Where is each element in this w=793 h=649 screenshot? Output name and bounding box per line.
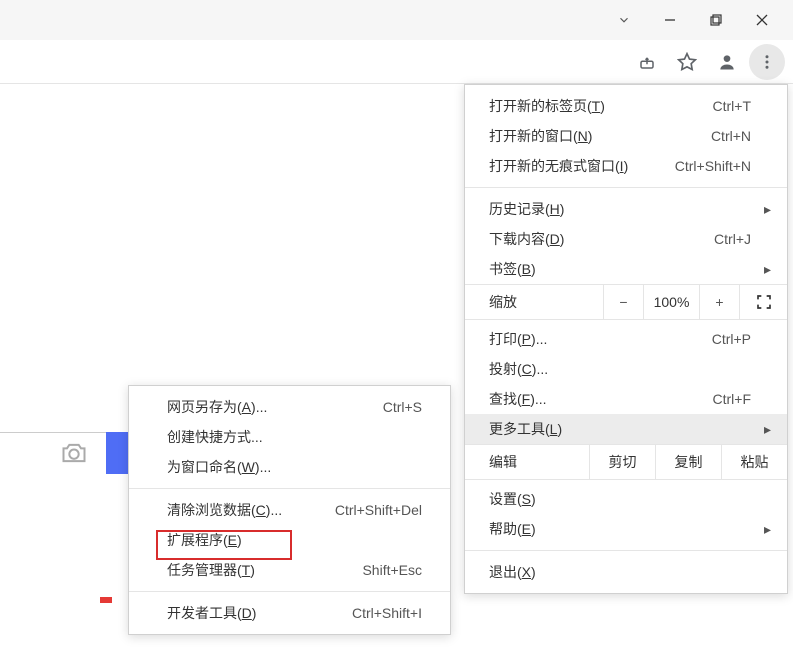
fullscreen-icon[interactable] <box>739 285 787 319</box>
kebab-menu-icon[interactable] <box>749 44 785 80</box>
menu-label: 为窗口命名(W)... <box>167 457 422 477</box>
menu-label: 打开新的标签页(T) <box>489 96 713 116</box>
cut-button[interactable]: 剪切 <box>589 445 655 479</box>
tab-dropdown-button[interactable] <box>601 0 647 40</box>
menu-label: 清除浏览数据(C)... <box>167 500 335 520</box>
menu-new-window[interactable]: 打开新的窗口(N) Ctrl+N <box>465 121 787 151</box>
menu-shortcut: Ctrl+Shift+N <box>675 158 759 174</box>
menu-find[interactable]: 查找(F)... Ctrl+F <box>465 384 787 414</box>
selection-highlight <box>106 432 128 474</box>
menu-shortcut: Ctrl+N <box>711 128 759 144</box>
submenu-name-window[interactable]: 为窗口命名(W)... <box>129 452 450 482</box>
menu-label: 打开新的无痕式窗口(I) <box>489 156 675 176</box>
menu-cast[interactable]: 投射(C)... <box>465 354 787 384</box>
menu-label: 打开新的窗口(N) <box>489 126 711 146</box>
menu-label: 历史记录(H) <box>489 199 751 219</box>
menu-settings[interactable]: 设置(S) <box>465 484 787 514</box>
submenu-arrow-icon: ▸ <box>759 521 771 538</box>
menu-exit[interactable]: 退出(X) <box>465 557 787 587</box>
zoom-out-button[interactable]: − <box>603 285 643 319</box>
menu-separator <box>465 550 787 551</box>
menu-zoom-row: 缩放 − 100% + <box>465 284 787 320</box>
profile-avatar-icon[interactable] <box>709 44 745 80</box>
menu-label: 创建快捷方式... <box>167 427 422 447</box>
submenu-clear-data[interactable]: 清除浏览数据(C)... Ctrl+Shift+Del <box>129 495 450 525</box>
menu-print[interactable]: 打印(P)... Ctrl+P <box>465 324 787 354</box>
menu-shortcut: Ctrl+J <box>714 231 759 247</box>
menu-shortcut: Ctrl+F <box>713 391 760 407</box>
submenu-dev-tools[interactable]: 开发者工具(D) Ctrl+Shift+I <box>129 598 450 628</box>
submenu-task-manager[interactable]: 任务管理器(T) Shift+Esc <box>129 555 450 585</box>
window-titlebar <box>0 0 793 40</box>
submenu-arrow-icon: ▸ <box>759 421 771 438</box>
menu-label: 打印(P)... <box>489 329 712 349</box>
edit-label: 编辑 <box>489 452 589 472</box>
menu-shortcut: Shift+Esc <box>362 562 430 578</box>
menu-label: 查找(F)... <box>489 389 713 409</box>
menu-label: 任务管理器(T) <box>167 560 362 580</box>
menu-shortcut: Ctrl+S <box>383 399 430 415</box>
submenu-create-shortcut[interactable]: 创建快捷方式... <box>129 422 450 452</box>
zoom-value: 100% <box>643 285 699 319</box>
menu-label: 帮助(E) <box>489 519 751 539</box>
menu-shortcut: Ctrl+P <box>712 331 759 347</box>
close-button[interactable] <box>739 0 785 40</box>
browser-toolbar <box>0 40 793 84</box>
zoom-label: 缩放 <box>489 292 603 312</box>
menu-label: 退出(X) <box>489 562 751 582</box>
menu-separator <box>129 591 450 592</box>
menu-more-tools[interactable]: 更多工具(L) ▸ <box>465 414 787 444</box>
menu-downloads[interactable]: 下载内容(D) Ctrl+J <box>465 224 787 254</box>
menu-shortcut: Ctrl+Shift+Del <box>335 502 430 518</box>
submenu-extensions[interactable]: 扩展程序(E) <box>129 525 450 555</box>
share-icon[interactable] <box>629 44 665 80</box>
submenu-save-as[interactable]: 网页另存为(A)... Ctrl+S <box>129 392 450 422</box>
more-tools-submenu: 网页另存为(A)... Ctrl+S 创建快捷方式... 为窗口命名(W)...… <box>128 385 451 635</box>
camera-icon <box>60 441 88 468</box>
menu-new-tab[interactable]: 打开新的标签页(T) Ctrl+T <box>465 91 787 121</box>
menu-bookmarks[interactable]: 书签(B) ▸ <box>465 254 787 284</box>
menu-shortcut: Ctrl+T <box>713 98 760 114</box>
zoom-in-button[interactable]: + <box>699 285 739 319</box>
bookmark-star-icon[interactable] <box>669 44 705 80</box>
chrome-main-menu: 打开新的标签页(T) Ctrl+T 打开新的窗口(N) Ctrl+N 打开新的无… <box>464 84 788 594</box>
menu-history[interactable]: 历史记录(H) ▸ <box>465 194 787 224</box>
menu-edit-row: 编辑 剪切 复制 粘贴 <box>465 444 787 480</box>
menu-label: 设置(S) <box>489 489 751 509</box>
menu-label: 扩展程序(E) <box>167 530 422 550</box>
maximize-button[interactable] <box>693 0 739 40</box>
menu-help[interactable]: 帮助(E) ▸ <box>465 514 787 544</box>
menu-label: 更多工具(L) <box>489 419 751 439</box>
menu-label: 网页另存为(A)... <box>167 397 383 417</box>
submenu-arrow-icon: ▸ <box>759 261 771 278</box>
menu-label: 投射(C)... <box>489 359 751 379</box>
menu-incognito[interactable]: 打开新的无痕式窗口(I) Ctrl+Shift+N <box>465 151 787 181</box>
red-indicator <box>100 597 112 603</box>
submenu-arrow-icon: ▸ <box>759 201 771 218</box>
minimize-button[interactable] <box>647 0 693 40</box>
menu-shortcut: Ctrl+Shift+I <box>352 605 430 621</box>
paste-button[interactable]: 粘贴 <box>721 445 787 479</box>
menu-label: 书签(B) <box>489 259 751 279</box>
menu-separator <box>465 187 787 188</box>
menu-label: 下载内容(D) <box>489 229 714 249</box>
copy-button[interactable]: 复制 <box>655 445 721 479</box>
menu-label: 开发者工具(D) <box>167 603 352 623</box>
menu-separator <box>129 488 450 489</box>
